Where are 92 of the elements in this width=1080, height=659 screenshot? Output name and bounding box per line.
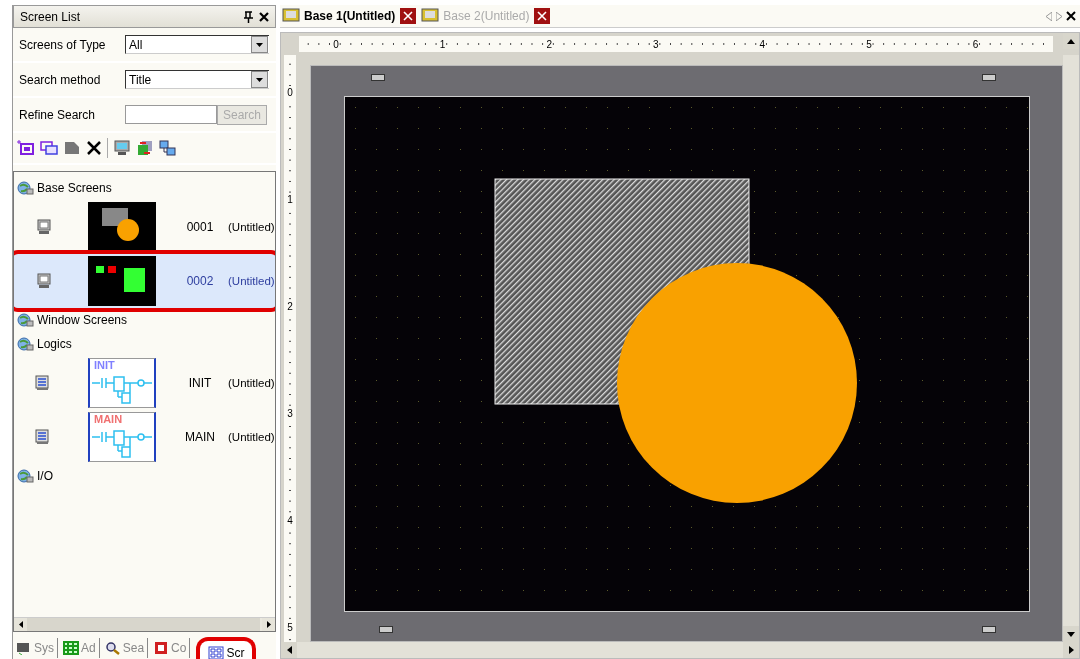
ruler-label: 3 [287, 407, 293, 419]
scroll-left-button[interactable] [281, 642, 297, 658]
scrollbar-thumb[interactable] [27, 618, 260, 631]
right-arrow-icon [1068, 646, 1074, 654]
screens-icon [208, 646, 225, 659]
globe-icon [16, 180, 34, 196]
ruler-label: 2 [546, 38, 552, 50]
screen-title: (Untitled) [228, 221, 275, 233]
screen-number: 0002 [185, 274, 215, 288]
panel-tab[interactable]: Sea [101, 638, 149, 658]
ruler-label: 4 [759, 38, 766, 50]
resize-handle[interactable] [982, 74, 996, 81]
caret-icon [256, 77, 263, 82]
up-arrow-icon [1067, 38, 1075, 44]
scroll-left-button[interactable] [14, 618, 27, 631]
pin-icon[interactable] [244, 10, 253, 23]
tree-group-label[interactable]: Base Screens [37, 181, 112, 195]
globe-icon [16, 468, 34, 484]
scroll-down-button[interactable] [1063, 626, 1079, 642]
swap-icon[interactable] [136, 140, 154, 156]
close-icon[interactable] [259, 11, 269, 22]
screen-title: (Untitled) [228, 275, 275, 287]
down-arrow-icon [1067, 631, 1075, 637]
resize-handle[interactable] [371, 74, 385, 81]
screen-thumbnail [88, 256, 156, 306]
screen-item[interactable]: INIT INIT (Untitled) [14, 356, 275, 410]
scroll-right-button[interactable] [1063, 642, 1079, 658]
tree-group-label[interactable]: Window Screens [37, 313, 128, 327]
thumbnail-label: INIT [94, 359, 115, 371]
monitor-icon [36, 273, 52, 289]
list-icon [34, 429, 50, 445]
panel-tab[interactable]: Scr [196, 637, 257, 659]
globe-icon [16, 312, 34, 328]
screen-item[interactable]: MAIN MAIN (Untitled) [14, 410, 275, 464]
filter-label: Screens of Type [19, 37, 107, 52]
new-screen-icon[interactable] [17, 140, 35, 156]
screen-number: MAIN [184, 430, 216, 444]
dropdown[interactable]: Title [125, 70, 269, 89]
ruler-label: 5 [866, 38, 872, 50]
close-tab-button[interactable] [400, 8, 417, 24]
search-icon [104, 641, 121, 655]
scroll-right-button[interactable] [262, 618, 275, 631]
search-field[interactable] [125, 105, 217, 124]
monitor-icon [421, 8, 440, 24]
globe-icon [16, 336, 34, 352]
caret-icon [256, 42, 263, 47]
ladder-diagram-drawing [92, 429, 152, 459]
ruler-label: 3 [653, 38, 659, 50]
monitor-icon [282, 8, 300, 24]
delete-icon[interactable] [86, 140, 102, 156]
circle-shape[interactable] [616, 262, 857, 503]
ruler-label: 1 [287, 193, 293, 205]
panel-tab[interactable]: Ad [60, 638, 100, 658]
panel-tab[interactable]: Sys [13, 638, 58, 658]
copy-screen-icon[interactable] [40, 140, 58, 156]
ruler-label: 4 [287, 514, 293, 526]
right-arrow-icon [266, 621, 271, 628]
left-arrow-icon [18, 621, 23, 628]
ruler-label: 1 [439, 38, 446, 50]
block-icon [153, 641, 170, 655]
dropdown[interactable]: All [125, 35, 269, 54]
screen-title: (Untitled) [228, 377, 275, 389]
ruler-label: 5 [287, 621, 293, 633]
screen-item[interactable]: 0002 (Untitled) [14, 250, 275, 312]
link-screens-icon[interactable] [159, 140, 177, 156]
filter-label: Search method [19, 72, 102, 87]
screen-title: (Untitled) [228, 431, 275, 443]
ruler-label: 0 [333, 38, 339, 50]
screen-thumbnail [88, 202, 156, 252]
ruler-label: 6 [972, 38, 979, 50]
close-tab-button[interactable] [534, 8, 551, 24]
tree-group-label[interactable]: Logics [37, 337, 72, 351]
paste-icon[interactable] [63, 140, 81, 156]
close-icon[interactable] [1066, 11, 1076, 21]
resize-handle[interactable] [379, 626, 393, 633]
panel-title: Screen List [20, 9, 82, 24]
ladder-diagram-drawing [92, 375, 152, 405]
resize-handle[interactable] [982, 626, 996, 633]
editor-tab[interactable]: Base 1(Untitled) [280, 6, 398, 26]
monitor-icon[interactable] [113, 140, 131, 156]
filter-label: Refine Search [19, 107, 97, 122]
left-arrow-icon [286, 646, 292, 654]
screen-number: INIT [187, 376, 213, 390]
screen-number: 0001 [185, 220, 215, 234]
thumbnail-label: MAIN [94, 413, 123, 425]
monitor-icon [36, 219, 52, 235]
ruler-label: 2 [287, 300, 293, 312]
ruler-label: 0 [287, 86, 293, 98]
panel-tab[interactable]: Co [150, 638, 191, 658]
list-icon [34, 375, 50, 391]
grid-icon [63, 641, 79, 655]
tree-group-label[interactable]: I/O [37, 469, 53, 483]
